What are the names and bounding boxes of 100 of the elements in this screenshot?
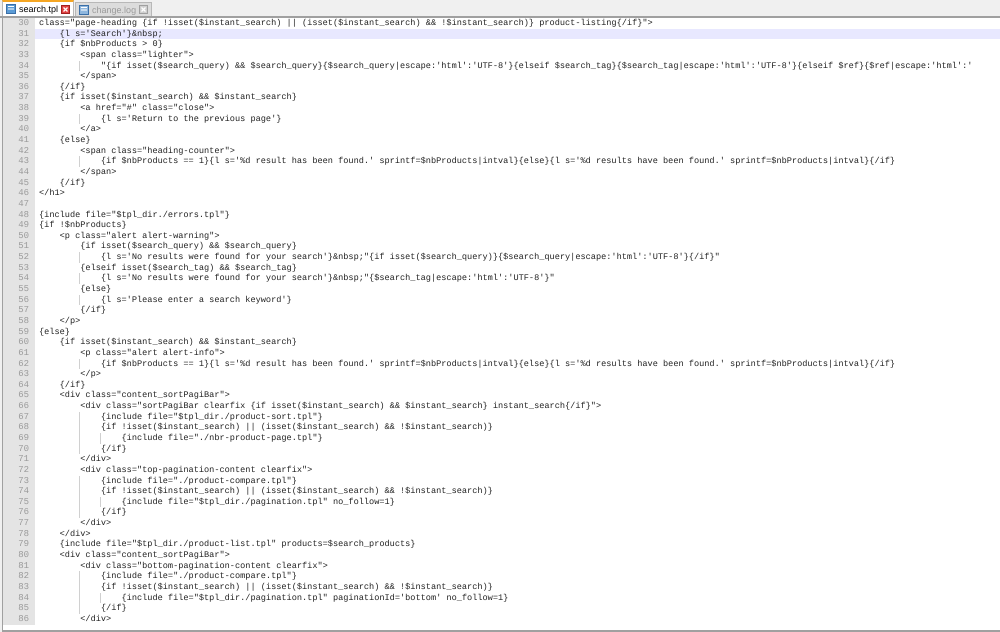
code-line: </span> (79, 166, 118, 178)
line-number: 64 (3, 380, 35, 390)
code-line: {include file="$tpl_dir./product-list.tpl" products=$search_products} (58, 539, 416, 550)
line-number: 55 (3, 284, 35, 295)
code-line: {/if} (80, 305, 108, 316)
line-number: 43 (3, 156, 35, 167)
code-line: {l s='Return to the previous page'} (35, 114, 1000, 124)
code-line: {include file="$tpl_dir./pagination.tpl" no_follow=1} (35, 496, 1000, 508)
code-line: <span class="lighter"> (79, 50, 195, 61)
file-tab[interactable]: search.tpl (2, 0, 74, 16)
code-line: {else} (79, 284, 112, 295)
code-line: {include file="./product-compare.tpl"} (35, 571, 1000, 582)
code-line: {if !isset($instant_search) || (isset($instant_search) && !$instant_search)} (35, 486, 1000, 497)
line-number: 40 (3, 124, 35, 136)
line-number: 46 (3, 188, 35, 199)
line-number: 83 (3, 582, 35, 593)
code-line: {include file="$tpl_dir./errors.tpl"} (38, 210, 231, 220)
line-number: 41 (3, 135, 35, 146)
line-number: 61 (3, 348, 35, 358)
line-number: 39 (3, 114, 35, 124)
close-icon[interactable] (61, 4, 70, 14)
line-number: 58 (3, 316, 35, 327)
code-line: {if $nbProducts > 0} (58, 39, 164, 50)
code-line: {/if} (35, 444, 1000, 454)
code-line: {include file="./product-compare.tpl"} (35, 476, 1000, 486)
line-number: 60 (3, 337, 35, 348)
code-line: {if $nbProducts == 1}{l s='%d result has been found.' sprintf=$nbProducts|intval}{else}{l s='%d results have been found.' sprintf=$nbProducts|intval}{/if} (35, 358, 1000, 370)
line-number: 70 (3, 444, 35, 454)
line-number: 30 (3, 18, 35, 29)
line-number: 72 (3, 464, 35, 476)
code-line: {include file="$tpl_dir./product-sort.tpl"} (35, 412, 1000, 422)
code-line: {if isset($instant_search) && $instant_search} (58, 92, 298, 104)
code-line: </p> (58, 316, 82, 327)
line-number: 67 (3, 412, 35, 422)
code-line: {else} (58, 135, 92, 146)
line-number: 59 (3, 326, 35, 338)
code-line: </span> (79, 71, 118, 82)
code-line: {/if} (58, 380, 86, 390)
code-line: </div> (79, 518, 112, 529)
line-number: 36 (3, 82, 35, 92)
code-line: </div> (58, 528, 92, 540)
line-number: 34 (3, 60, 35, 72)
code-line: <a href="#" class="close"> (79, 103, 216, 114)
code-line: <div class="sortPagiBar clearfix {if isset($instant_search) && $instant_search} instant_search{/if}"> (79, 401, 602, 412)
line-number: 66 (3, 401, 35, 412)
line-number: 52 (3, 252, 35, 263)
code-line: {elseif isset($search_tag) && $search_tag} (79, 262, 298, 274)
line-number: 84 (3, 592, 35, 604)
line-number: 85 (3, 603, 35, 614)
line-number: 38 (3, 103, 35, 114)
line-number: 76 (3, 507, 35, 518)
line-number: 50 (3, 230, 35, 242)
line-number: 73 (3, 476, 35, 486)
code-line: <div class="top-pagination-content clearfix"> (79, 464, 314, 476)
line-number: 33 (3, 50, 35, 61)
code-line: {if $nbProducts == 1}{l s='%d result has been found.' sprintf=$nbProducts|intval}{else}{l s='%d results have been found.' sprintf=$nbProducts|intval}{/if} (35, 156, 1000, 167)
line-number: 71 (3, 454, 35, 465)
code-line: {else} (38, 326, 71, 338)
code-line: "{if isset($search_query) && $search_query}{$search_query|escape:'html':'UTF-8'}{elseif $search_tag}{$search_tag|escape:'html':'UTF-8'}{elseif $ref}{$ref|escape:'html':' (35, 60, 1000, 72)
line-number: 80 (3, 550, 35, 561)
code-line: <div class="content_sortPagiBar"> (58, 390, 231, 402)
code-line: </p> (79, 369, 102, 380)
code-line: {if isset($instant_search) && $instant_search} (58, 337, 298, 348)
code-line: </div> (79, 454, 112, 465)
code-line: {l s='Please enter a search keyword'} (35, 294, 1000, 306)
line-number: 54 (3, 273, 35, 284)
line-number: 82 (3, 571, 35, 582)
line-number: 45 (3, 178, 35, 188)
code-line: <div class="bottom-pagination-content clearfix"> (79, 560, 329, 572)
code-line: {if !isset($instant_search) || (isset($instant_search) && !$instant_search)} (35, 422, 1000, 433)
line-number: 81 (3, 560, 35, 572)
code-line: {/if} (58, 82, 86, 92)
code-line: {if !isset($instant_search) || (isset($instant_search) && !$instant_search)} (35, 582, 1000, 593)
line-number: 35 (3, 71, 35, 82)
code-line: {if isset($search_query) && $search_query} (79, 241, 298, 252)
code-line: {include file="$tpl_dir./pagination.tpl" paginationId='bottom' no_follow=1} (35, 592, 1000, 604)
code-line: <p class="alert alert-warning"> (58, 230, 220, 242)
line-number: 44 (3, 166, 35, 178)
code-line: {l s='No results were found for your search'}&nbsp;"{if isset($search_query)}{$search_query|escape:'html':'UTF-8'}{/if}" (35, 252, 1000, 263)
code-line: {/if} (58, 178, 86, 188)
line-number: 78 (3, 528, 35, 540)
code-line: <div class="content_sortPagiBar"> (58, 550, 231, 561)
line-number: 47 (3, 198, 35, 210)
line-number: 56 (3, 294, 35, 306)
line-number: 62 (3, 358, 35, 370)
line-number: 77 (3, 518, 35, 529)
code-line: {l s='No results were found for your search'}&nbsp;"{$search_tag|escape:'html':'UTF-8'}" (35, 273, 1000, 284)
line-number: 42 (3, 146, 35, 156)
line-number: 79 (3, 539, 35, 550)
line-number: 53 (3, 262, 35, 274)
line-number: 75 (3, 496, 35, 508)
line-number: 86 (3, 614, 35, 625)
line-number: 37 (3, 92, 35, 104)
file-icon (6, 4, 16, 14)
code-line: class="page-heading {if !isset($instant_search) || (isset($instant_search) && !$instant_search)} product-listing{/if}"> (38, 18, 654, 29)
code-line: <p class="alert alert-info"> (79, 348, 226, 358)
code-line: {/if} (35, 507, 1000, 518)
code-line: {if !$nbProducts} (38, 220, 128, 231)
line-number: 69 (3, 432, 35, 444)
code-line: <span class="heading-counter"> (79, 146, 236, 156)
